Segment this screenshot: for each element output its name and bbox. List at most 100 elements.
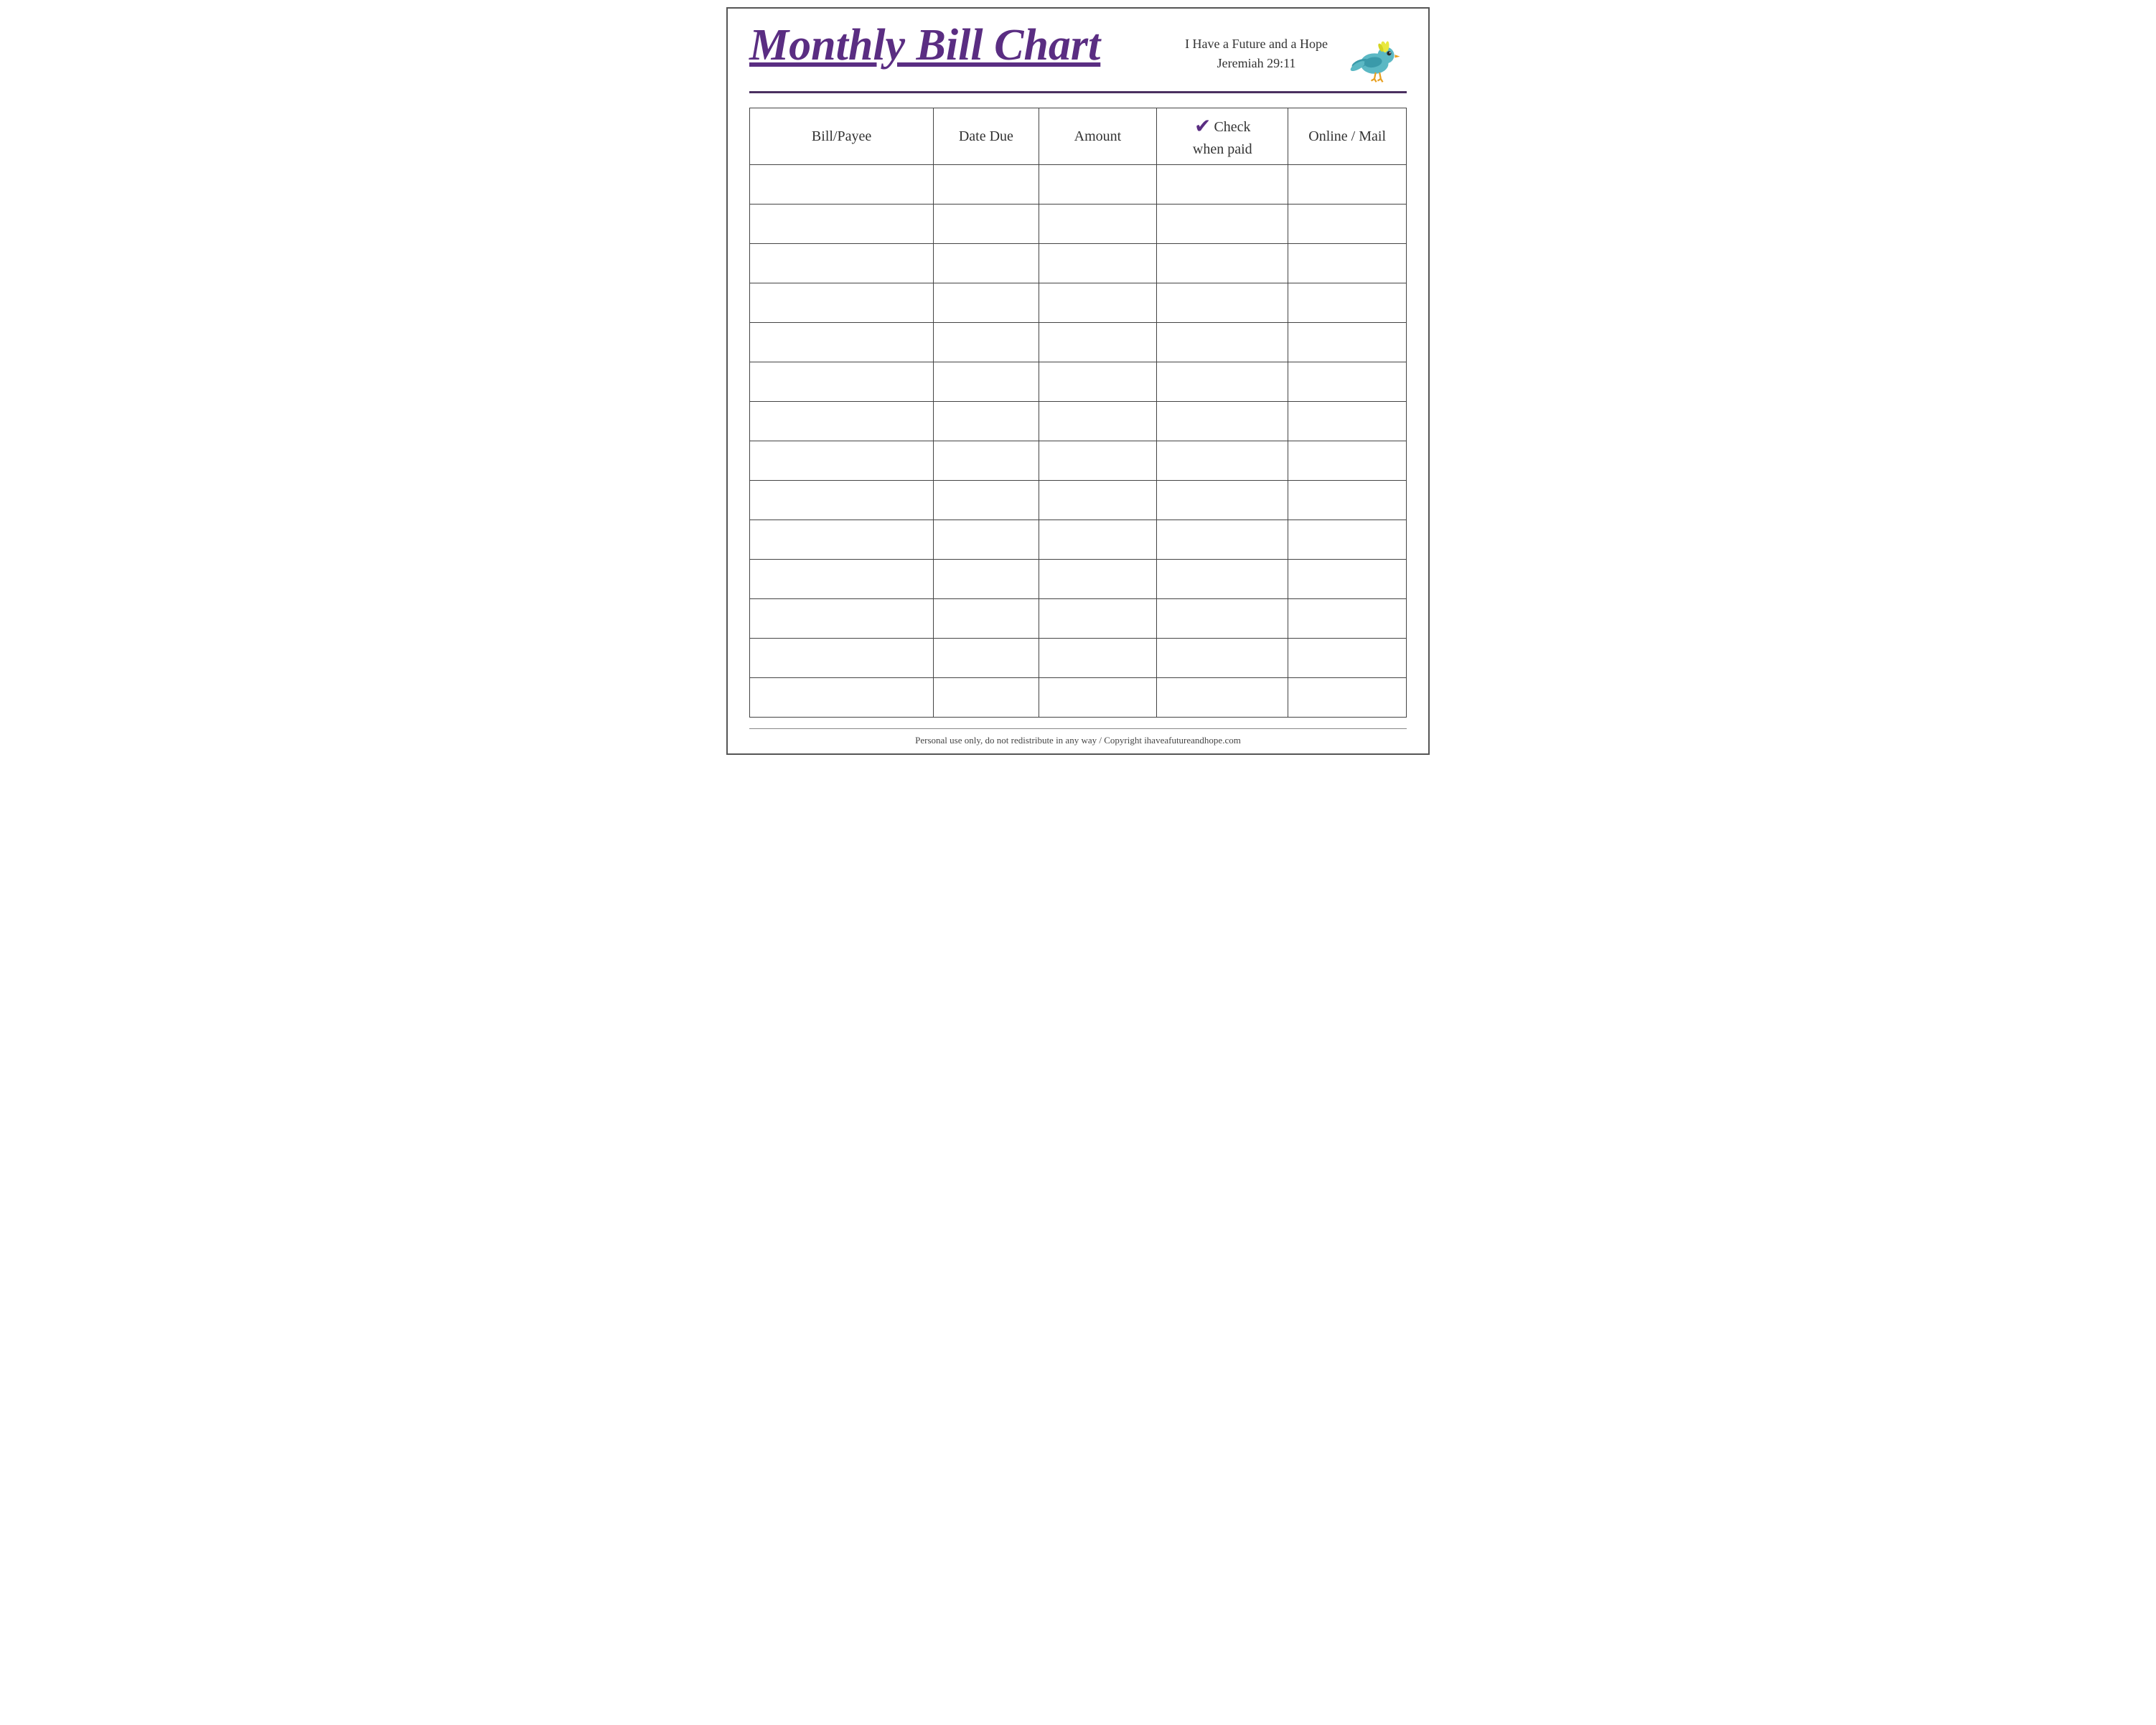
table-cell	[1157, 244, 1288, 283]
page-title: Monthly Bill Chart	[749, 23, 1185, 67]
table-cell	[750, 244, 934, 283]
col-header-amount: Amount	[1039, 108, 1157, 165]
table-cell	[750, 402, 934, 441]
table-cell	[1157, 639, 1288, 678]
table-row	[750, 323, 1407, 362]
table-cell	[1039, 599, 1157, 639]
table-cell	[1039, 639, 1157, 678]
table-row	[750, 639, 1407, 678]
table-row	[750, 362, 1407, 402]
table-row	[750, 283, 1407, 323]
table-cell	[934, 639, 1039, 678]
bill-table: Bill/Payee Date Due Amount ✔ Check when …	[749, 108, 1407, 718]
table-cell	[1039, 165, 1157, 205]
table-cell	[750, 165, 934, 205]
col-header-due: Date Due	[934, 108, 1039, 165]
table-row	[750, 205, 1407, 244]
table-cell	[934, 402, 1039, 441]
table-cell	[1288, 244, 1407, 283]
table-cell	[750, 520, 934, 560]
table-cell	[1288, 283, 1407, 323]
table-cell	[1039, 560, 1157, 599]
table-row	[750, 481, 1407, 520]
table-cell	[1039, 323, 1157, 362]
table-cell	[934, 362, 1039, 402]
table-cell	[934, 678, 1039, 718]
table-cell	[934, 560, 1039, 599]
table-cell	[1039, 402, 1157, 441]
subtitle-area: I Have a Future and a Hope Jeremiah 29:1…	[1185, 34, 1328, 73]
check-when-paid-header: ✔ Check when paid	[1161, 114, 1284, 159]
table-row	[750, 678, 1407, 718]
table-cell	[1039, 283, 1157, 323]
col-header-payee: Bill/Payee	[750, 108, 934, 165]
table-cell	[1288, 441, 1407, 481]
table-cell	[1157, 520, 1288, 560]
header-right: I Have a Future and a Hope Jeremiah 29:1…	[1185, 23, 1407, 84]
col-header-online: Online / Mail	[1288, 108, 1407, 165]
table-cell	[1157, 323, 1288, 362]
table-row	[750, 244, 1407, 283]
table-body	[750, 165, 1407, 718]
table-cell	[750, 678, 934, 718]
table-cell	[1288, 323, 1407, 362]
table-cell	[750, 205, 934, 244]
table-cell	[934, 244, 1039, 283]
table-row	[750, 402, 1407, 441]
table-cell	[934, 441, 1039, 481]
table-row	[750, 560, 1407, 599]
subtitle-text: I Have a Future and a Hope Jeremiah 29:1…	[1185, 34, 1328, 73]
table-cell	[750, 599, 934, 639]
table-cell	[750, 639, 934, 678]
table-cell	[934, 481, 1039, 520]
table-cell	[1288, 520, 1407, 560]
table-cell	[1288, 205, 1407, 244]
col-header-check: ✔ Check when paid	[1157, 108, 1288, 165]
table-row	[750, 165, 1407, 205]
bird-icon	[1342, 27, 1407, 84]
table-cell	[1288, 560, 1407, 599]
table-cell	[1039, 244, 1157, 283]
header: Monthly Bill Chart I Have a Future and a…	[749, 23, 1407, 93]
table-cell	[1157, 205, 1288, 244]
table-cell	[750, 362, 934, 402]
table-cell	[1039, 441, 1157, 481]
table-cell	[1157, 560, 1288, 599]
table-cell	[934, 520, 1039, 560]
table-row	[750, 599, 1407, 639]
table-cell	[1157, 441, 1288, 481]
table-cell	[1157, 402, 1288, 441]
table-cell	[1157, 481, 1288, 520]
table-row	[750, 441, 1407, 481]
table-cell	[1039, 481, 1157, 520]
table-cell	[1039, 520, 1157, 560]
table-cell	[1288, 402, 1407, 441]
table-header-row: Bill/Payee Date Due Amount ✔ Check when …	[750, 108, 1407, 165]
table-cell	[750, 283, 934, 323]
table-cell	[1157, 283, 1288, 323]
table-cell	[1157, 678, 1288, 718]
table-cell	[1288, 362, 1407, 402]
bird-illustration	[1342, 27, 1407, 84]
table-cell	[750, 560, 934, 599]
table-cell	[1288, 165, 1407, 205]
table-cell	[1039, 205, 1157, 244]
table-cell	[750, 481, 934, 520]
table-cell	[750, 441, 934, 481]
title-area: Monthly Bill Chart	[749, 23, 1185, 67]
table-cell	[934, 205, 1039, 244]
table-cell	[934, 323, 1039, 362]
table-cell	[1288, 639, 1407, 678]
table-cell	[1157, 599, 1288, 639]
table-cell	[934, 165, 1039, 205]
table-cell	[1157, 362, 1288, 402]
table-cell	[1039, 678, 1157, 718]
table-cell	[750, 323, 934, 362]
table-row	[750, 520, 1407, 560]
table-cell	[1288, 481, 1407, 520]
table-cell	[1288, 599, 1407, 639]
table-cell	[934, 283, 1039, 323]
table-cell	[1039, 362, 1157, 402]
footer: Personal use only, do not redistribute i…	[749, 728, 1407, 746]
table-cell	[934, 599, 1039, 639]
